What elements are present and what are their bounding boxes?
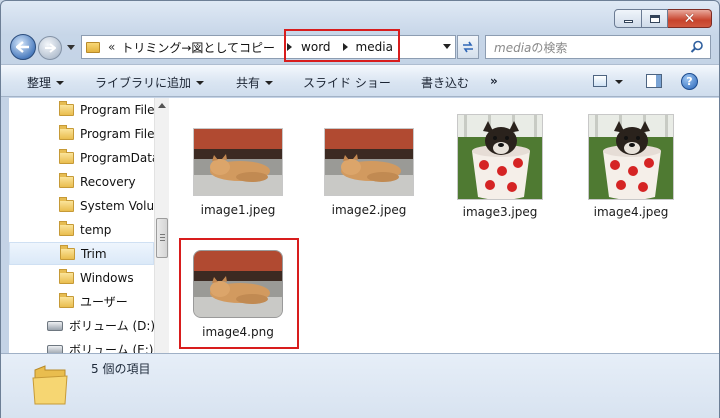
file-highlight	[179, 238, 299, 349]
folder-icon	[59, 220, 74, 236]
folder-icon	[59, 172, 74, 188]
address-dropdown-icon[interactable]	[443, 44, 451, 49]
maximize-button[interactable]	[642, 9, 668, 28]
search-icon[interactable]	[690, 40, 704, 54]
folder-icon	[60, 244, 75, 260]
folder-icon	[59, 124, 74, 140]
file-item[interactable]: image1.jpeg	[183, 128, 293, 217]
search-box[interactable]: mediaの検索	[485, 35, 711, 59]
tree-item-label: ユーザー	[80, 295, 128, 309]
drive-icon	[47, 344, 63, 353]
tree-item-label: Windows	[80, 270, 134, 285]
navigation-pane: Program Files Program Files (x86) ProgramD…	[9, 98, 169, 353]
scroll-thumb[interactable]	[156, 218, 168, 258]
thumbnail-cat-image	[324, 128, 414, 196]
maximize-icon	[649, 14, 660, 23]
add-to-library-menu[interactable]: ライブラリに追加	[95, 74, 205, 91]
view-dropdown-icon[interactable]	[615, 80, 623, 84]
tree-item[interactable]: temp	[9, 218, 154, 241]
dropdown-arrow-icon	[265, 80, 274, 85]
tree-item-label: ProgramData	[80, 150, 154, 165]
back-button[interactable]	[10, 34, 36, 60]
tree-item-label: Program Files (x86)	[80, 126, 154, 141]
thumbnail-cat-image	[193, 128, 283, 196]
caption-buttons: ✕	[614, 9, 712, 28]
tree-item-label: Trim	[81, 246, 107, 261]
folder-icon	[59, 292, 74, 308]
folder-icon	[32, 365, 68, 405]
breadcrumb-item[interactable]: トリミング→図としてコピー	[121, 39, 275, 56]
tree-item[interactable]: ボリューム (D:)	[9, 314, 154, 337]
refresh-button[interactable]	[457, 35, 479, 59]
file-name: image4.jpeg	[593, 205, 669, 219]
slideshow-button[interactable]: スライド ショー	[303, 74, 391, 91]
minimize-icon	[623, 20, 633, 23]
forward-arrow-icon	[45, 43, 56, 53]
file-name: image1.jpeg	[200, 203, 276, 217]
grip-line	[160, 240, 165, 241]
tree-item-label: Program Files	[80, 102, 154, 117]
file-list: image1.jpeg image2.jpeg image3.jpeg imag…	[169, 98, 719, 353]
minimize-button[interactable]	[614, 9, 642, 28]
more-commands-button[interactable]: »	[490, 74, 498, 88]
thumbnail-dog-image	[457, 114, 543, 200]
tree-item-label: System Volume Information	[80, 198, 154, 213]
tree-item[interactable]: Program Files	[9, 98, 154, 121]
tree-item[interactable]: ユーザー	[9, 290, 154, 313]
tree-item[interactable]: Trim	[9, 242, 154, 265]
file-item[interactable]: image3.jpeg	[445, 114, 555, 219]
refresh-icon	[463, 41, 473, 53]
explorer-window: ✕ « トリミング→図としてコピー word media mediaの検索 整理…	[0, 0, 720, 418]
item-count: 5 個の項目	[91, 362, 151, 376]
folder-icon	[59, 196, 74, 212]
command-bar: 整理 ライブラリに追加 共有 スライド ショー 書き込む » ?	[1, 64, 719, 97]
thumbnail-dog-image	[588, 114, 674, 200]
organize-menu[interactable]: 整理	[27, 74, 65, 91]
tree-item-label: ボリューム (D:)	[69, 319, 154, 333]
dropdown-arrow-icon	[56, 80, 65, 85]
file-name: image3.jpeg	[462, 205, 538, 219]
share-menu[interactable]: 共有	[236, 74, 274, 91]
help-icon[interactable]: ?	[681, 73, 698, 90]
back-arrow-icon	[16, 41, 29, 53]
address-overflow-button[interactable]: «	[108, 40, 115, 54]
tree-item[interactable]: Recovery	[9, 170, 154, 193]
forward-button[interactable]	[38, 36, 62, 60]
folder-icon	[59, 100, 74, 116]
address-highlight	[284, 29, 400, 62]
recent-pages-button[interactable]	[66, 42, 76, 52]
tree-item[interactable]: Program Files (x86)	[9, 122, 154, 145]
details-pane: 5 個の項目	[1, 353, 719, 418]
dropdown-arrow-icon	[196, 80, 205, 85]
close-button[interactable]: ✕	[668, 9, 712, 28]
burn-button[interactable]: 書き込む	[421, 74, 469, 91]
scroll-up-icon[interactable]	[158, 103, 166, 108]
change-view-icon[interactable]	[593, 75, 607, 87]
tree-item[interactable]: System Volume Information	[9, 194, 154, 217]
tree-item[interactable]: Windows	[9, 266, 154, 289]
file-item[interactable]: image4.jpeg	[576, 114, 686, 219]
file-name: image2.jpeg	[331, 203, 407, 217]
chevron-down-icon	[67, 44, 75, 50]
drive-icon	[47, 320, 63, 331]
preview-pane-icon[interactable]	[646, 74, 662, 88]
nav-scrollbar[interactable]	[154, 98, 169, 353]
tree-item[interactable]: ボリューム (E:)	[9, 338, 154, 353]
tree-item[interactable]: ProgramData	[9, 146, 154, 169]
grip-line	[160, 234, 165, 235]
folder-icon	[59, 268, 74, 284]
folder-icon	[59, 148, 74, 164]
grip-line	[160, 237, 165, 238]
tree-item-label: ボリューム (E:)	[69, 343, 154, 353]
tree-item-label: Recovery	[80, 174, 136, 189]
tree-item-label: temp	[80, 222, 112, 237]
folder-icon	[86, 41, 100, 53]
file-item[interactable]: image2.jpeg	[314, 128, 424, 217]
search-placeholder: mediaの検索	[494, 40, 568, 55]
close-icon: ✕	[683, 10, 696, 27]
